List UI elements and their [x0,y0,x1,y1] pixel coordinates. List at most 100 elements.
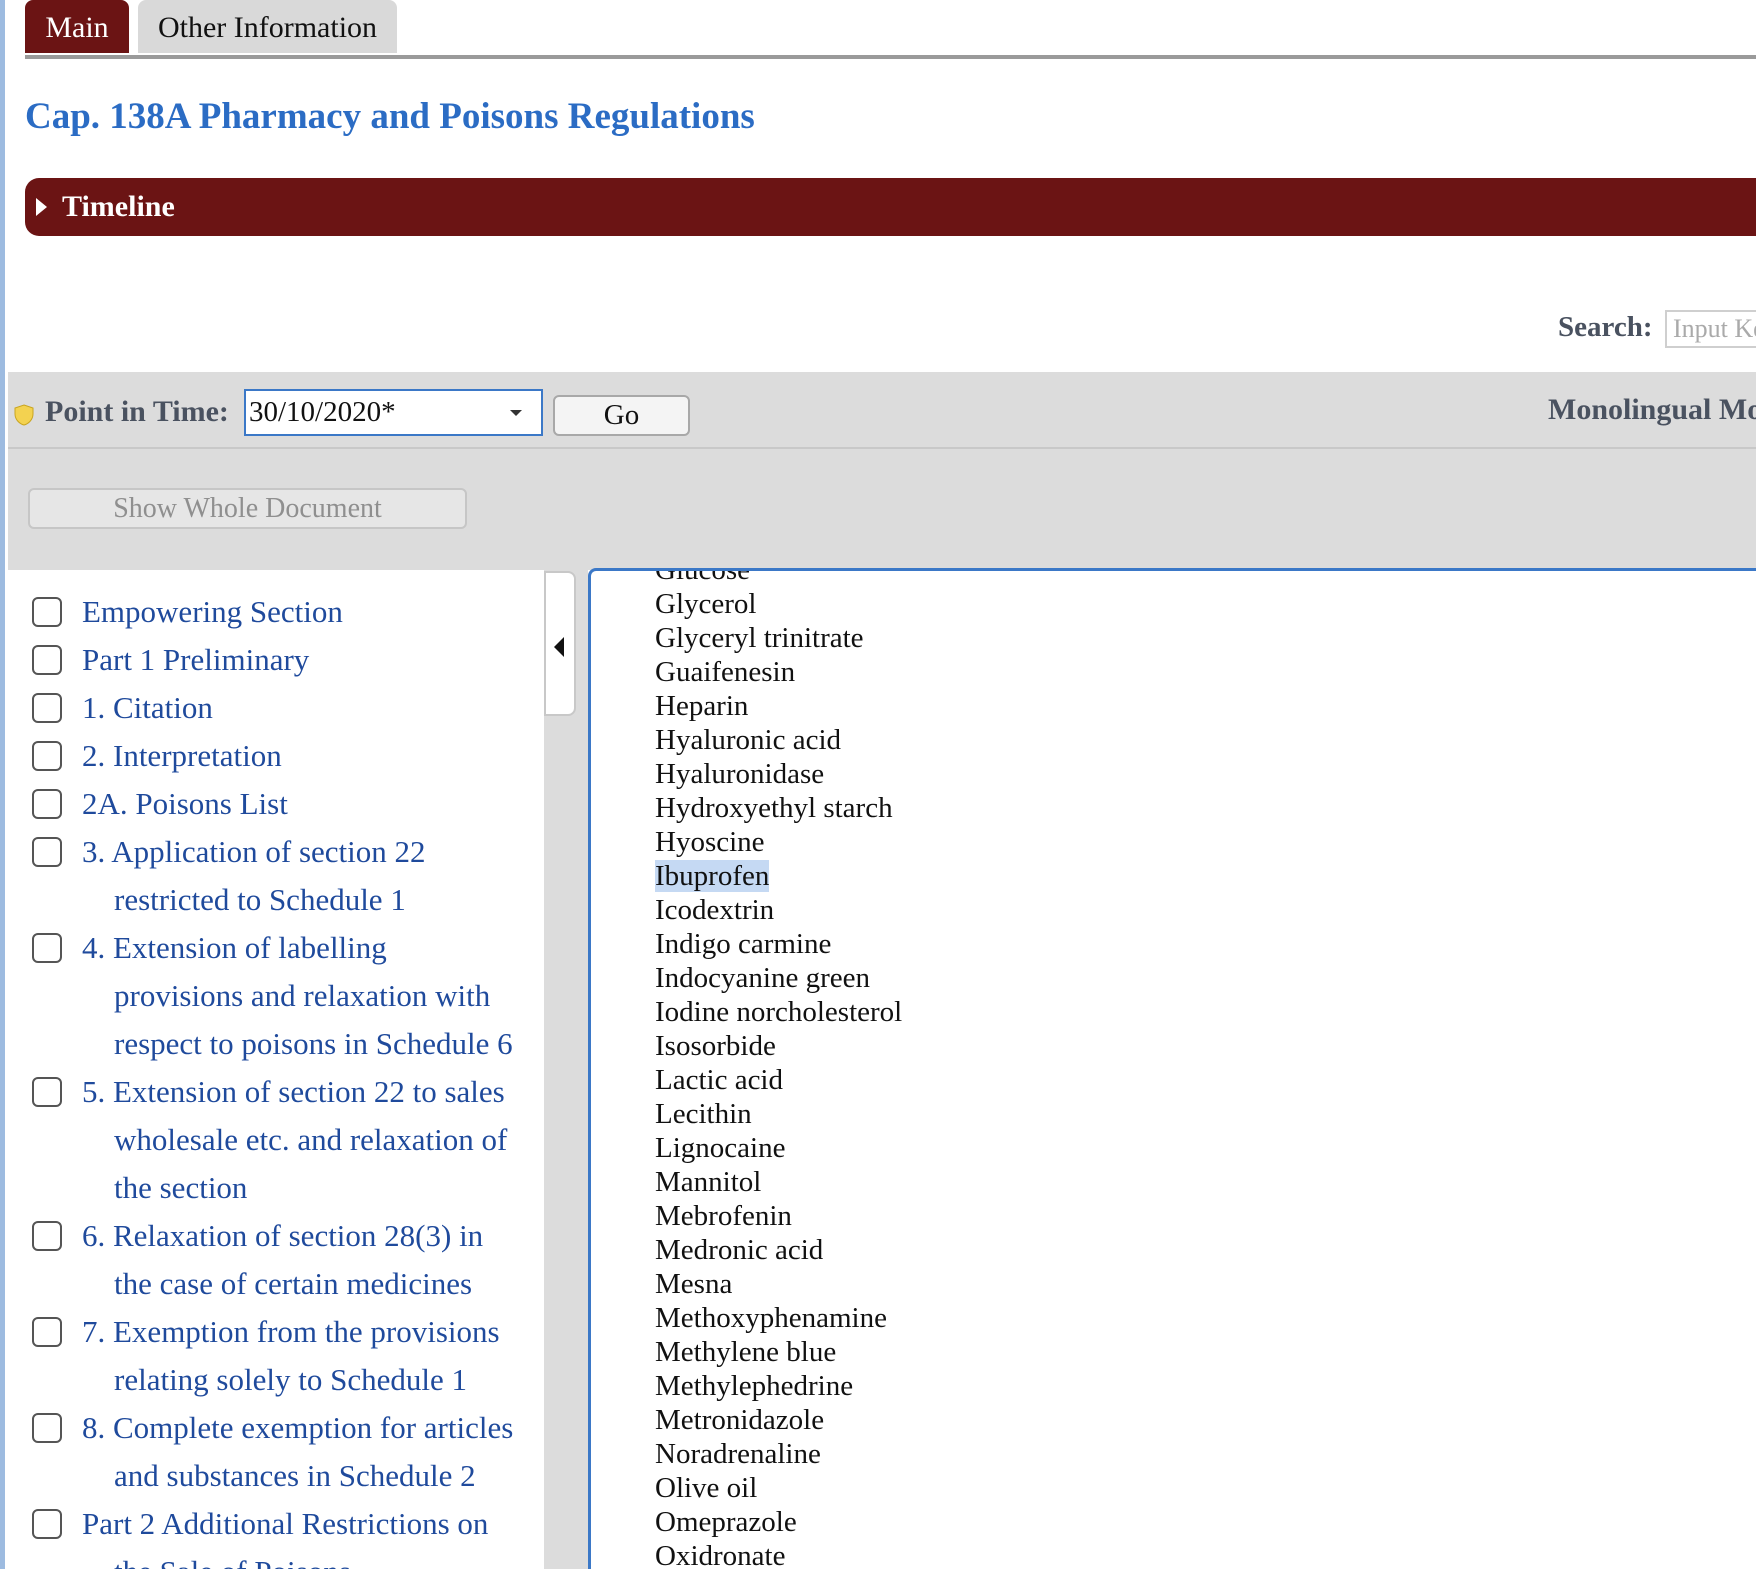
shield-icon [14,404,34,426]
toc-link[interactable]: 1. Citation [82,684,536,732]
toc-checkbox[interactable] [32,1413,62,1443]
poison-name: Oxidronate [655,1540,786,1569]
poison-name: Metronidazole [655,1404,825,1436]
toc-link-line: 7. Exemption from the provisions [82,1314,500,1349]
toc-link-line: wholesale etc. and relaxation of [114,1122,508,1157]
point-in-time-label: Point in Time: [45,395,229,428]
poison-list-item: Metronidazole [655,1403,902,1437]
poison-name: Methylene blue [655,1336,837,1368]
point-in-time-select[interactable]: 30/10/2020* [244,389,543,436]
poison-list-item: Methylene blue [655,1335,902,1369]
toc-item: 7. Exemption from the provisions relating… [8,1308,544,1404]
toc-item: 1. Citation [8,684,544,732]
toc-link[interactable]: 6. Relaxation of section 28(3) in the cas… [82,1212,536,1308]
toc-link[interactable]: Empowering Section [82,588,536,636]
toc-link-line: 2A. Poisons List [82,786,288,821]
poison-name: Lactic acid [655,1064,783,1096]
toc-checkbox[interactable] [32,693,62,723]
poison-name: Guaifenesin [655,656,796,688]
toc-link[interactable]: 2. Interpretation [82,732,536,780]
toc-item: Empowering Section [8,588,544,636]
collapse-toc-button[interactable] [544,571,576,716]
poison-list-item: Mannitol [655,1165,902,1199]
toc-link-line: the case of certain medicines [114,1266,473,1301]
toc-link[interactable]: Part 2 Additional Restrictions on the Sal… [82,1500,536,1569]
toc-link-line: the Sale of Poisons [82,1548,536,1569]
poison-name: Lecithin [655,1098,752,1130]
toc-checkbox[interactable] [32,1317,62,1347]
go-button[interactable]: Go [553,395,690,436]
toc-panel: Empowering Section Part 1 Preliminary 1. C… [8,570,544,1569]
poison-list-item: Methylephedrine [655,1369,902,1403]
timeline-label: Timeline [62,190,175,223]
toc-checkbox[interactable] [32,597,62,627]
content-pane: Glucose Glycerol Glyceryl trinitrate Guaife… [588,568,1756,1569]
toc-checkbox[interactable] [32,837,62,867]
poison-list-item: Lignocaine [655,1131,902,1165]
poison-list-item: Noradrenaline [655,1437,902,1471]
poison-name: Noradrenaline [655,1438,821,1470]
toc-item: 5. Extension of section 22 to sales whole… [8,1068,544,1212]
poison-name: Ibuprofen [655,860,770,892]
search-input[interactable] [1665,310,1756,348]
poison-name: Heparin [655,690,749,722]
dropdown-arrow-icon [510,410,522,416]
poison-list-item: Glucose [655,568,902,587]
toc-link[interactable]: 4. Extension of labelling provisions and … [82,924,536,1068]
tab-main[interactable]: Main [25,0,129,53]
poison-list-item: Guaifenesin [655,655,902,689]
toc-checkbox[interactable] [32,1077,62,1107]
timeline-toggle[interactable]: Timeline [25,178,1756,236]
poison-list-item: Oxidronate [655,1539,902,1569]
poison-list-item: Olive oil [655,1471,902,1505]
poison-list-item: Indocyanine green [655,961,902,995]
toc-link[interactable]: 8. Complete exemption for articles and su… [82,1404,536,1500]
poison-name: Hyaluronic acid [655,724,842,756]
toc-checkbox[interactable] [32,645,62,675]
monolingual-mode-label[interactable]: Monolingual Mode [1548,393,1756,427]
page-title: Cap. 138A Pharmacy and Poisons Regulatio… [25,96,755,137]
poison-name: Mannitol [655,1166,762,1198]
poison-name: Lignocaine [655,1132,786,1164]
search-label: Search: [1558,311,1653,343]
toc-item: 2. Interpretation [8,732,544,780]
poison-name: Mesna [655,1268,733,1300]
toc-link-line: relating solely to Schedule 1 [114,1362,467,1397]
toc-link[interactable]: 7. Exemption from the provisions relating… [82,1308,536,1404]
collapse-left-icon [554,637,564,657]
toc-link-line: 8. Complete exemption for articles [82,1410,514,1445]
toc-link-line: restricted to Schedule 1 [114,882,406,917]
poison-list-item: Lecithin [655,1097,902,1131]
toc-checkbox[interactable] [32,789,62,819]
poison-list: Glucose Glycerol Glyceryl trinitrate Guaife… [655,568,902,1569]
poison-name: Glycerol [655,588,757,620]
toc-link-line: Empowering Section [82,594,343,629]
toc-link-line: Part 1 Preliminary [82,642,310,677]
poison-name: Hyoscine [655,826,765,858]
tab-other-information[interactable]: Other Information [138,0,397,53]
toc-link[interactable]: 2A. Poisons List [82,780,536,828]
toc-checkbox[interactable] [32,1221,62,1251]
poison-name: Indigo carmine [655,928,832,960]
poison-list-item: Icodextrin [655,893,902,927]
poison-name: Glucose [655,568,751,586]
toolbar-divider [8,447,1756,449]
toc-item: 8. Complete exemption for articles and su… [8,1404,544,1500]
poison-name: Glyceryl trinitrate [655,622,864,654]
poison-list-item: Glycerol [655,587,902,621]
poison-list-item: Hyaluronidase [655,757,902,791]
poison-name: Hydroxyethyl starch [655,792,893,824]
point-in-time-value: 30/10/2020* [249,396,396,428]
toc-link-line: the section [114,1170,248,1205]
toc-link-line: 5. Extension of section 22 to sales [82,1074,505,1109]
poison-list-item: Omeprazole [655,1505,902,1539]
toc-link[interactable]: Part 1 Preliminary [82,636,536,684]
toc-link[interactable]: 5. Extension of section 22 to sales whole… [82,1068,536,1212]
poison-name: Hyaluronidase [655,758,825,790]
toc-checkbox[interactable] [32,741,62,771]
toc-link[interactable]: 3. Application of section 22 restricted t… [82,828,536,924]
toc-item: 6. Relaxation of section 28(3) in the cas… [8,1212,544,1308]
toc-checkbox[interactable] [32,1509,62,1539]
poison-list-item: Glyceryl trinitrate [655,621,902,655]
toc-checkbox[interactable] [32,933,62,963]
